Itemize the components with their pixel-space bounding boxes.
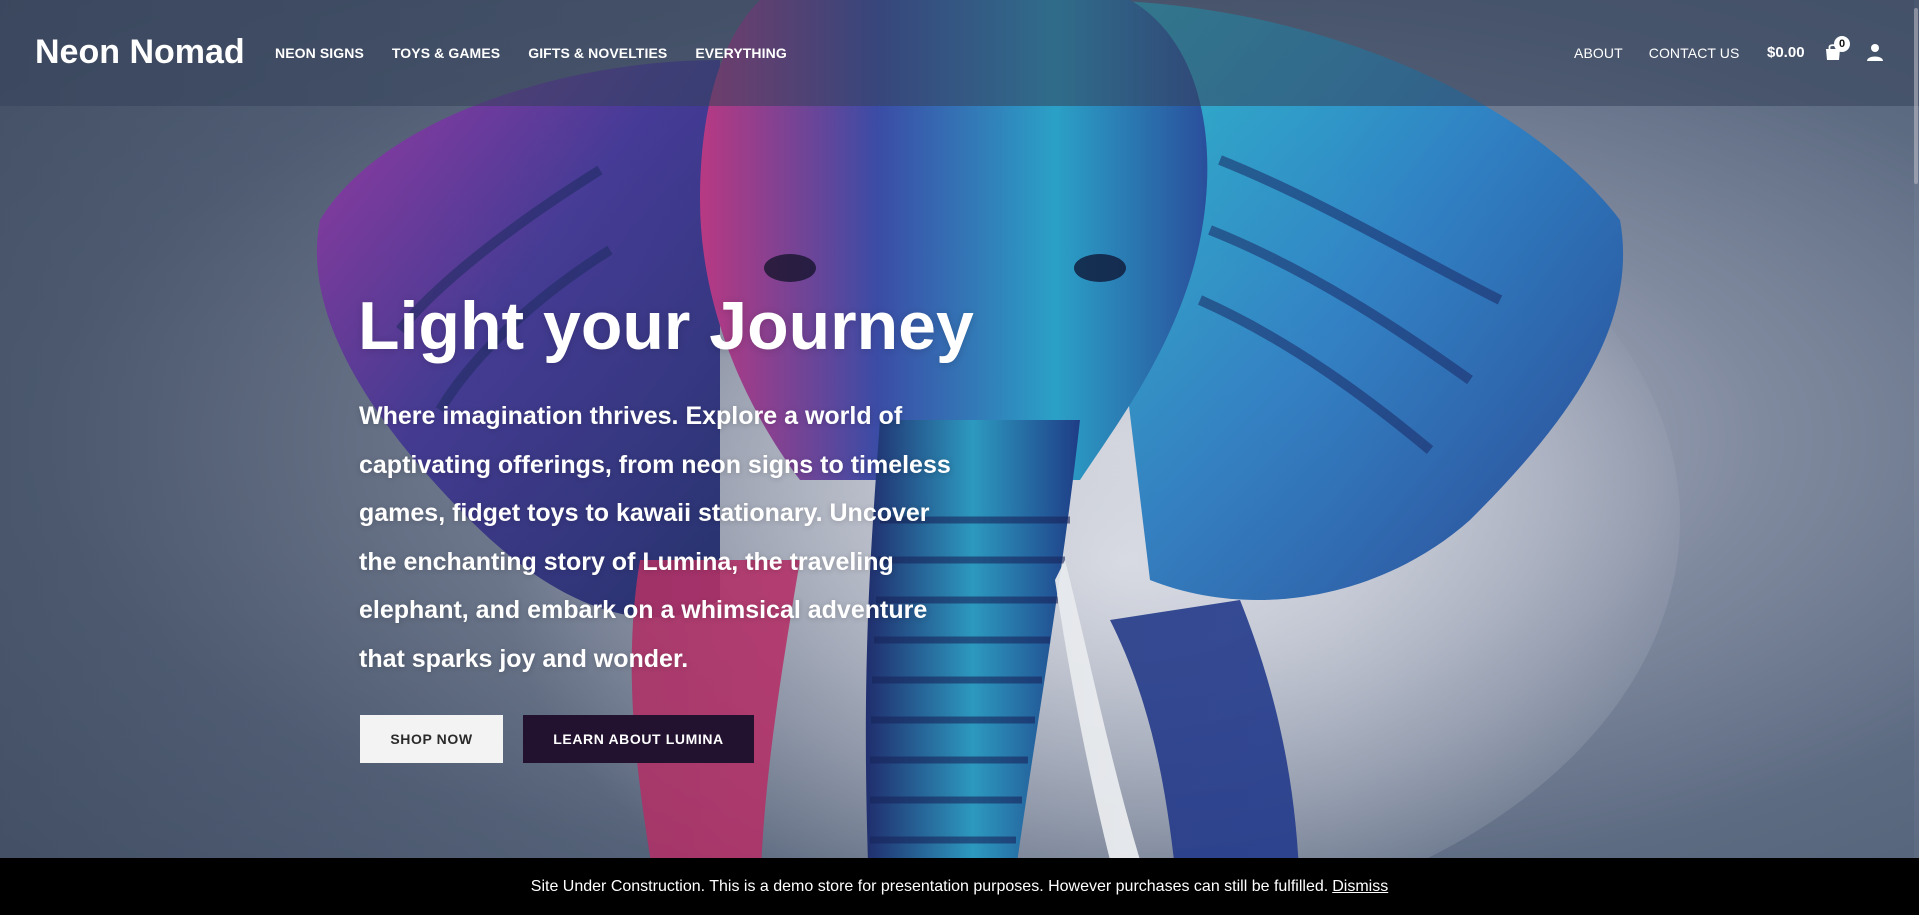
nav-link-everything[interactable]: EVERYTHING: [695, 45, 787, 61]
hero-description: Where imagination thrives. Explore a wor…: [359, 402, 951, 673]
dismiss-link[interactable]: Dismiss: [1332, 878, 1388, 896]
store-notice-bar: Site Under Construction. This is a demo …: [0, 858, 1919, 915]
hero-title: Light your Journey: [358, 288, 974, 364]
user-icon[interactable]: [1866, 43, 1884, 61]
nav-link-about[interactable]: ABOUT: [1574, 45, 1623, 61]
page: Neon Nomad NEON SIGNS TOYS & GAMES GIFTS…: [0, 0, 1919, 915]
learn-about-lumina-button[interactable]: LEARN ABOUT LUMINA: [523, 715, 754, 763]
cart-count-badge: 0: [1834, 36, 1850, 52]
site-logo[interactable]: Neon Nomad: [35, 33, 245, 72]
secondary-nav: ABOUT CONTACT US: [1574, 45, 1739, 61]
nav-link-contact-us[interactable]: CONTACT US: [1649, 45, 1740, 61]
cart-total[interactable]: $0.00: [1767, 44, 1805, 61]
nav-link-gifts-novelties[interactable]: GIFTS & NOVELTIES: [528, 45, 667, 61]
nav-link-toys-games[interactable]: TOYS & GAMES: [392, 45, 500, 61]
site-header: Neon Nomad NEON SIGNS TOYS & GAMES GIFTS…: [0, 0, 1919, 106]
scrollbar-thumb[interactable]: [1914, 8, 1918, 184]
store-notice-text: Site Under Construction. This is a demo …: [530, 877, 1329, 895]
shop-now-button[interactable]: SHOP NOW: [360, 715, 503, 763]
nav-link-neon-signs[interactable]: NEON SIGNS: [275, 45, 364, 61]
main-nav: NEON SIGNS TOYS & GAMES GIFTS & NOVELTIE…: [275, 45, 787, 61]
